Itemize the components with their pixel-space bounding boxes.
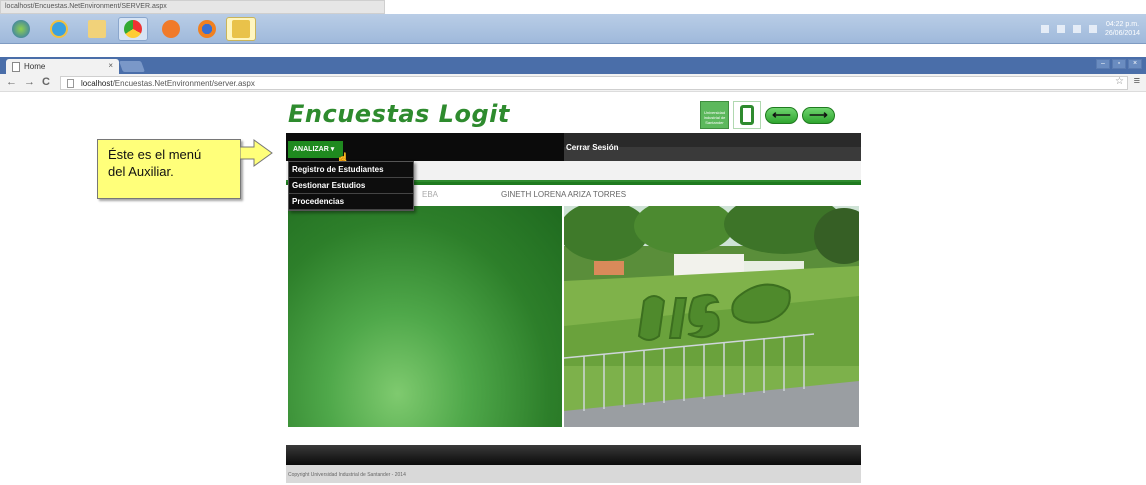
window-controls: – ▫ × bbox=[1096, 59, 1142, 69]
forward-arrow-button[interactable]: ⟶ bbox=[802, 106, 835, 124]
callout-line-2: del Auxiliar. bbox=[108, 164, 174, 179]
flag-icon[interactable] bbox=[1056, 25, 1065, 33]
menu-icon[interactable]: ≡ bbox=[1134, 75, 1140, 87]
media-player-icon[interactable] bbox=[156, 17, 186, 41]
volume-icon[interactable] bbox=[1088, 25, 1097, 33]
tab-close-icon[interactable]: × bbox=[108, 61, 113, 70]
clock[interactable]: 04:22 p.m. 26/06/2014 bbox=[1105, 20, 1140, 38]
tab-title: Home bbox=[24, 62, 46, 71]
dropdown-item-registro[interactable]: Registro de Estudiantes bbox=[289, 162, 413, 178]
footer-copyright: Copyright Universidad Industrial de Sant… bbox=[286, 465, 861, 483]
maximize-icon[interactable]: ▫ bbox=[1112, 59, 1126, 69]
taskbar: 04:22 p.m. 26/06/2014 bbox=[0, 14, 1146, 44]
windows-start-icon[interactable] bbox=[6, 17, 36, 41]
firefox-icon[interactable] bbox=[192, 17, 222, 41]
forward-icon[interactable]: → bbox=[24, 76, 35, 88]
back-arrow-button[interactable]: ⟵ bbox=[765, 106, 798, 124]
reload-icon[interactable]: C bbox=[42, 76, 50, 88]
dropdown-item-gestionar[interactable]: Gestionar Estudios bbox=[289, 178, 413, 194]
callout-arrow-icon bbox=[240, 139, 273, 167]
browser-navbar: ← → C localhost/Encuestas.NetEnvironment… bbox=[0, 74, 1146, 92]
analizar-dropdown: Registro de Estudiantes Gestionar Estudi… bbox=[288, 161, 414, 211]
minimize-icon[interactable]: – bbox=[1096, 59, 1110, 69]
footer-bar bbox=[286, 445, 861, 465]
logout-link[interactable]: Cerrar Sesión bbox=[566, 143, 618, 152]
address-bar[interactable]: localhost/Encuestas.NetEnvironment/serve… bbox=[60, 76, 1128, 90]
chrome-icon[interactable] bbox=[118, 17, 148, 41]
dropdown-item-procedencias[interactable]: Procedencias bbox=[289, 194, 413, 210]
page-icon bbox=[12, 62, 20, 72]
network-icon[interactable] bbox=[1072, 25, 1081, 33]
tab-home[interactable]: Home × bbox=[6, 59, 119, 74]
analizar-menu-button[interactable]: ANALIZAR ▾ bbox=[288, 141, 343, 158]
university-logo: Universidad Industrial de Santander bbox=[700, 101, 729, 129]
campus-photo bbox=[564, 206, 859, 427]
uis-logo bbox=[733, 101, 761, 129]
callout-note: Éste es el menú del Auxiliar. bbox=[97, 139, 241, 199]
close-window-icon[interactable]: × bbox=[1128, 59, 1142, 69]
url-host: localhost bbox=[81, 79, 113, 88]
main-menu-bar: ANALIZAR ▾ Cerrar Sesión bbox=[286, 133, 861, 161]
page-icon bbox=[67, 79, 74, 88]
app-icon[interactable] bbox=[226, 17, 256, 41]
internet-explorer-icon[interactable] bbox=[44, 17, 74, 41]
callout-line-1: Éste es el menú bbox=[108, 147, 202, 162]
chevron-down-icon: ▾ bbox=[330, 146, 335, 153]
tray-arrow-icon[interactable] bbox=[1040, 25, 1049, 33]
clock-date: 26/06/2014 bbox=[1104, 30, 1140, 37]
system-tray: 04:22 p.m. 26/06/2014 bbox=[1040, 18, 1140, 40]
back-icon[interactable]: ← bbox=[6, 76, 17, 88]
url-path: /Encuestas.NetEnvironment/server.aspx bbox=[112, 79, 255, 88]
user-name: GINETH LORENA ARIZA TORRES bbox=[501, 190, 627, 199]
page-title: Encuestas Logit bbox=[288, 100, 510, 128]
green-panel bbox=[288, 206, 562, 427]
clock-time: 04:22 p.m. bbox=[1105, 21, 1140, 28]
faded-label: EBA bbox=[422, 190, 439, 199]
status-url-strip: localhost/Encuestas.NetEnvironment/SERVE… bbox=[0, 0, 385, 14]
header-logos: Universidad Industrial de Santander ⟵ ⟶ bbox=[700, 101, 835, 129]
browser-tabbar: Home × – ▫ × bbox=[0, 57, 1146, 74]
file-explorer-icon[interactable] bbox=[82, 17, 112, 41]
new-tab-button[interactable] bbox=[118, 61, 146, 72]
bookmark-star-icon[interactable]: ☆ bbox=[1115, 76, 1124, 87]
